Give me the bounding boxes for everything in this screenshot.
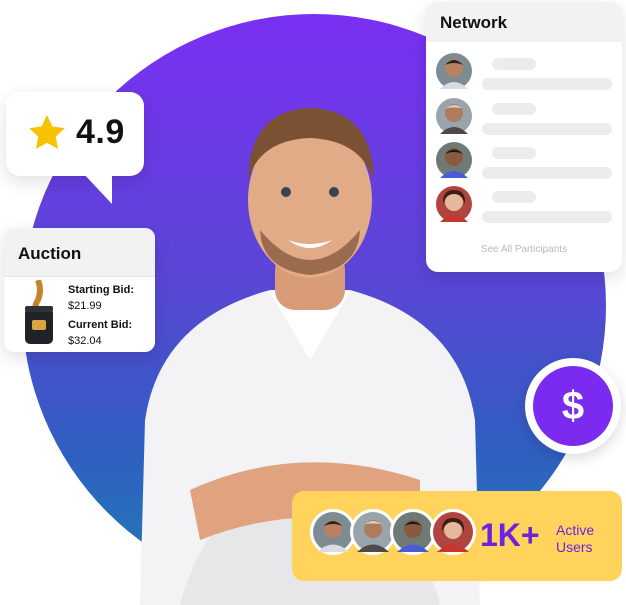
network-title: Network — [440, 13, 508, 32]
network-card: Network See All Participants — [426, 2, 622, 272]
participant-avatar — [436, 53, 472, 89]
rating-value: 4.9 — [76, 113, 125, 151]
current-bid-label: Current Bid: — [68, 319, 133, 331]
placeholder-line — [492, 191, 536, 203]
current-bid-amount: $32.04 — [68, 335, 102, 347]
active-label: Active — [556, 522, 595, 538]
participant-avatar — [436, 186, 472, 222]
user-avatar — [430, 509, 476, 555]
placeholder-line — [492, 58, 536, 70]
auction-card: Auction Starting Bid: $21.99 Current Bid… — [4, 228, 155, 352]
active-users-card: 1K+ Active Users — [292, 491, 622, 581]
speech-tail — [82, 172, 112, 204]
participant-row[interactable] — [436, 53, 612, 93]
participant-avatar — [436, 142, 472, 178]
participant-row[interactable] — [436, 142, 612, 182]
placeholder-line — [482, 123, 612, 135]
placeholder-line — [482, 167, 612, 179]
participant-row[interactable] — [436, 98, 612, 138]
see-all-participants-link[interactable]: See All Participants — [426, 244, 622, 255]
placeholder-line — [492, 103, 536, 115]
participant-row[interactable] — [436, 186, 612, 226]
participant-avatar — [436, 98, 472, 134]
active-users-count: 1K+ — [480, 517, 540, 553]
rating-card: 4.9 — [6, 92, 144, 204]
dollar-icon: $ — [533, 366, 613, 446]
dollar-badge: $ — [525, 358, 621, 454]
auction-title: Auction — [18, 244, 82, 263]
placeholder-line — [492, 147, 536, 159]
starting-bid-label: Starting Bid: — [68, 284, 134, 296]
placeholder-line — [482, 78, 612, 90]
starting-bid-amount: $21.99 — [68, 300, 102, 312]
honey-jar-icon — [25, 280, 53, 344]
users-label: Users — [556, 539, 593, 555]
placeholder-line — [482, 211, 612, 223]
star-icon — [29, 115, 65, 149]
